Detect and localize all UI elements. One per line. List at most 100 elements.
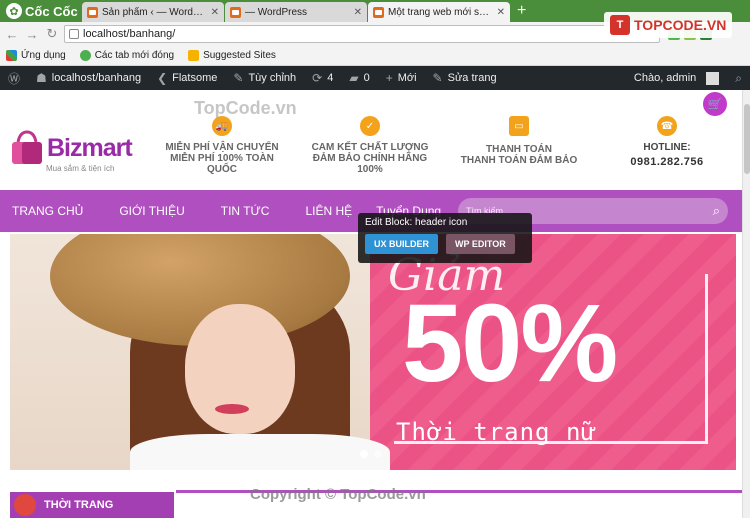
copyright-watermark: Copyright © TopCode.vn <box>250 486 426 503</box>
browser-brand[interactable]: ✿ Cốc Cốc <box>0 0 82 22</box>
admin-customize-link[interactable]: ✎ Tùy chỉnh <box>225 66 304 90</box>
admin-theme-label: Flatsome <box>172 72 218 84</box>
slider-dot[interactable] <box>374 450 382 458</box>
search-icon: ⌕ <box>735 70 742 85</box>
admin-edit-label: Sửa trang <box>447 72 497 84</box>
bookmark-label: Suggested Sites <box>203 50 276 61</box>
phone-icon: ☎ <box>657 116 677 136</box>
cart-icon[interactable]: 🛒 <box>703 92 727 116</box>
nav-item-contact[interactable]: LIÊN HỆ <box>295 190 362 232</box>
slider-dots <box>360 450 382 458</box>
category-icon <box>14 494 36 516</box>
feature-payment: ▭ THANH TOÁN THANH TOÁN ĐẢM BẢO <box>456 116 582 166</box>
forward-arrow-icon[interactable]: → <box>24 26 40 42</box>
feature-line: MIỄN PHÍ VẬN CHUYỂN <box>165 142 279 153</box>
topcode-logo: T TOPCODE.VN <box>604 12 733 38</box>
reload-icon[interactable]: ↻ <box>44 26 60 42</box>
feature-hotline: ☎ HOTLINE: 0981.282.756 <box>620 116 714 168</box>
logo-text: Bizmart <box>47 134 133 162</box>
slider-dot[interactable] <box>360 450 368 458</box>
admin-new-label: Mới <box>397 72 417 84</box>
banner-photo-face <box>185 304 295 434</box>
edit-block-tooltip: Edit Block: header icon UX BUILDER WP ED… <box>358 213 532 263</box>
page-scrollbar[interactable] <box>742 90 750 518</box>
browser-tab-1[interactable]: Sản phẩm ‹ — WordPress ✕ <box>82 2 224 22</box>
bookmark-apps[interactable]: Ứng dụng <box>6 50 66 61</box>
nav-item-news[interactable]: TIN TỨC <box>211 190 280 232</box>
wordpress-logo-icon: Ⓦ <box>8 71 21 86</box>
new-tab-plus-icon[interactable]: + <box>511 2 532 22</box>
feature-line: THANH TOÁN ĐẢM BẢO <box>460 155 578 166</box>
site-logo[interactable]: Bizmart Mua sắm & tiện ích <box>10 130 133 173</box>
close-icon[interactable]: ✕ <box>211 7 219 18</box>
plus-icon: + <box>385 71 393 85</box>
apps-grid-icon <box>6 50 17 61</box>
dashboard-icon: ☗ <box>36 71 47 85</box>
banner-photo-lips <box>215 404 249 414</box>
nav-item-home[interactable]: TRANG CHỦ <box>0 190 93 232</box>
address-bar-url: localhost/banhang/ <box>83 28 176 40</box>
feature-line: QUỐC <box>207 164 237 175</box>
wp-logo-menu[interactable]: Ⓦ <box>0 66 28 90</box>
admin-customize-label: Tùy chỉnh <box>248 72 297 84</box>
banner-slogan: Thời trang nữ <box>396 418 597 446</box>
hero-banner[interactable]: Giảm 50% Thời trang nữ <box>10 234 736 470</box>
admin-new-link[interactable]: + Mới <box>378 66 425 90</box>
admin-site-link[interactable]: ☗ localhost/banhang <box>28 66 149 90</box>
feature-line: MIỄN PHÍ 100% TOÀN <box>170 153 274 164</box>
admin-greeting: Chào, admin <box>633 72 697 84</box>
nav-item-about[interactable]: GIỚI THIỆU <box>109 190 194 232</box>
brush-icon: ✎ <box>233 71 244 85</box>
category-tab[interactable]: THỜI TRANG <box>10 492 174 518</box>
wordpress-favicon-icon <box>230 6 241 18</box>
close-icon[interactable]: ✕ <box>354 7 362 18</box>
page-icon <box>69 29 79 39</box>
bookmark-suggested[interactable]: Suggested Sites <box>188 50 276 61</box>
search-icon[interactable]: ⌕ <box>713 203 720 219</box>
admin-theme-link[interactable]: ❮ Flatsome <box>149 66 225 90</box>
admin-search[interactable]: ⌕ <box>727 66 750 90</box>
admin-comments-link[interactable]: ▰ 0 <box>341 66 377 90</box>
banner-photo-shirt <box>130 434 390 470</box>
bookmark-label: Các tab mới đóng <box>94 50 175 61</box>
coccoc-logo-icon: ✿ <box>6 3 22 19</box>
card-icon: ▭ <box>509 116 529 136</box>
feature-line: ĐẢM BẢO CHÍNH HÃNG <box>312 153 428 164</box>
ux-builder-button[interactable]: UX BUILDER <box>365 234 439 254</box>
history-icon <box>79 50 91 61</box>
admin-account: Chào, admin ⌕ <box>626 66 750 90</box>
wp-editor-button[interactable]: WP EDITOR <box>446 234 515 254</box>
hotline-number[interactable]: 0981.282.756 <box>620 157 714 168</box>
browser-tab-3[interactable]: Một trang web mới sử dụ ✕ <box>368 2 510 22</box>
bookmark-label: Ứng dụng <box>21 50 66 61</box>
feature-line: THANH TOÁN <box>486 144 552 155</box>
tab-title: Sản phẩm ‹ — WordPress <box>102 6 207 18</box>
admin-account-menu[interactable]: Chào, admin <box>626 66 727 90</box>
scrollbar-thumb[interactable] <box>744 104 750 174</box>
updates-icon: ⟳ <box>312 71 323 85</box>
wordpress-favicon-icon <box>87 6 98 18</box>
feature-line: CAM KẾT CHẤT LƯỢNG <box>311 142 429 153</box>
pencil-icon: ✎ <box>432 71 443 85</box>
wordpress-favicon-icon <box>373 6 384 18</box>
bookmarks-bar: Ứng dụng Các tab mới đóng Suggested Site… <box>0 46 750 66</box>
screen: ✿ Cốc Cốc Sản phẩm ‹ — WordPress ✕ — Wor… <box>0 0 750 518</box>
admin-comments-count: 0 <box>363 72 370 84</box>
avatar <box>706 71 720 85</box>
admin-updates-link[interactable]: ⟳ 4 <box>304 66 341 90</box>
comment-icon: ▰ <box>349 71 359 85</box>
close-icon[interactable]: ✕ <box>497 7 505 18</box>
browser-tab-2[interactable]: — WordPress ✕ <box>225 2 367 22</box>
address-bar[interactable]: localhost/banhang/ <box>64 25 660 43</box>
admin-site-label: localhost/banhang <box>51 72 142 84</box>
topcode-logo-text: TOPCODE.VN <box>634 17 727 33</box>
category-label: THỜI TRANG <box>44 499 114 511</box>
truck-icon: 🚚 <box>212 116 232 136</box>
back-arrow-icon[interactable]: ← <box>4 26 20 42</box>
admin-edit-page-link[interactable]: ✎ Sửa trang <box>425 66 505 90</box>
check-badge-icon: ✓ <box>360 116 380 136</box>
bookmark-recent-tabs[interactable]: Các tab mới đóng <box>79 50 175 61</box>
edit-block-title: Edit Block: header icon <box>365 217 468 228</box>
feature-quality: ✓ CAM KẾT CHẤT LƯỢNG ĐẢM BẢO CHÍNH HÃNG … <box>306 116 434 175</box>
shopping-bag-icon <box>12 130 42 164</box>
